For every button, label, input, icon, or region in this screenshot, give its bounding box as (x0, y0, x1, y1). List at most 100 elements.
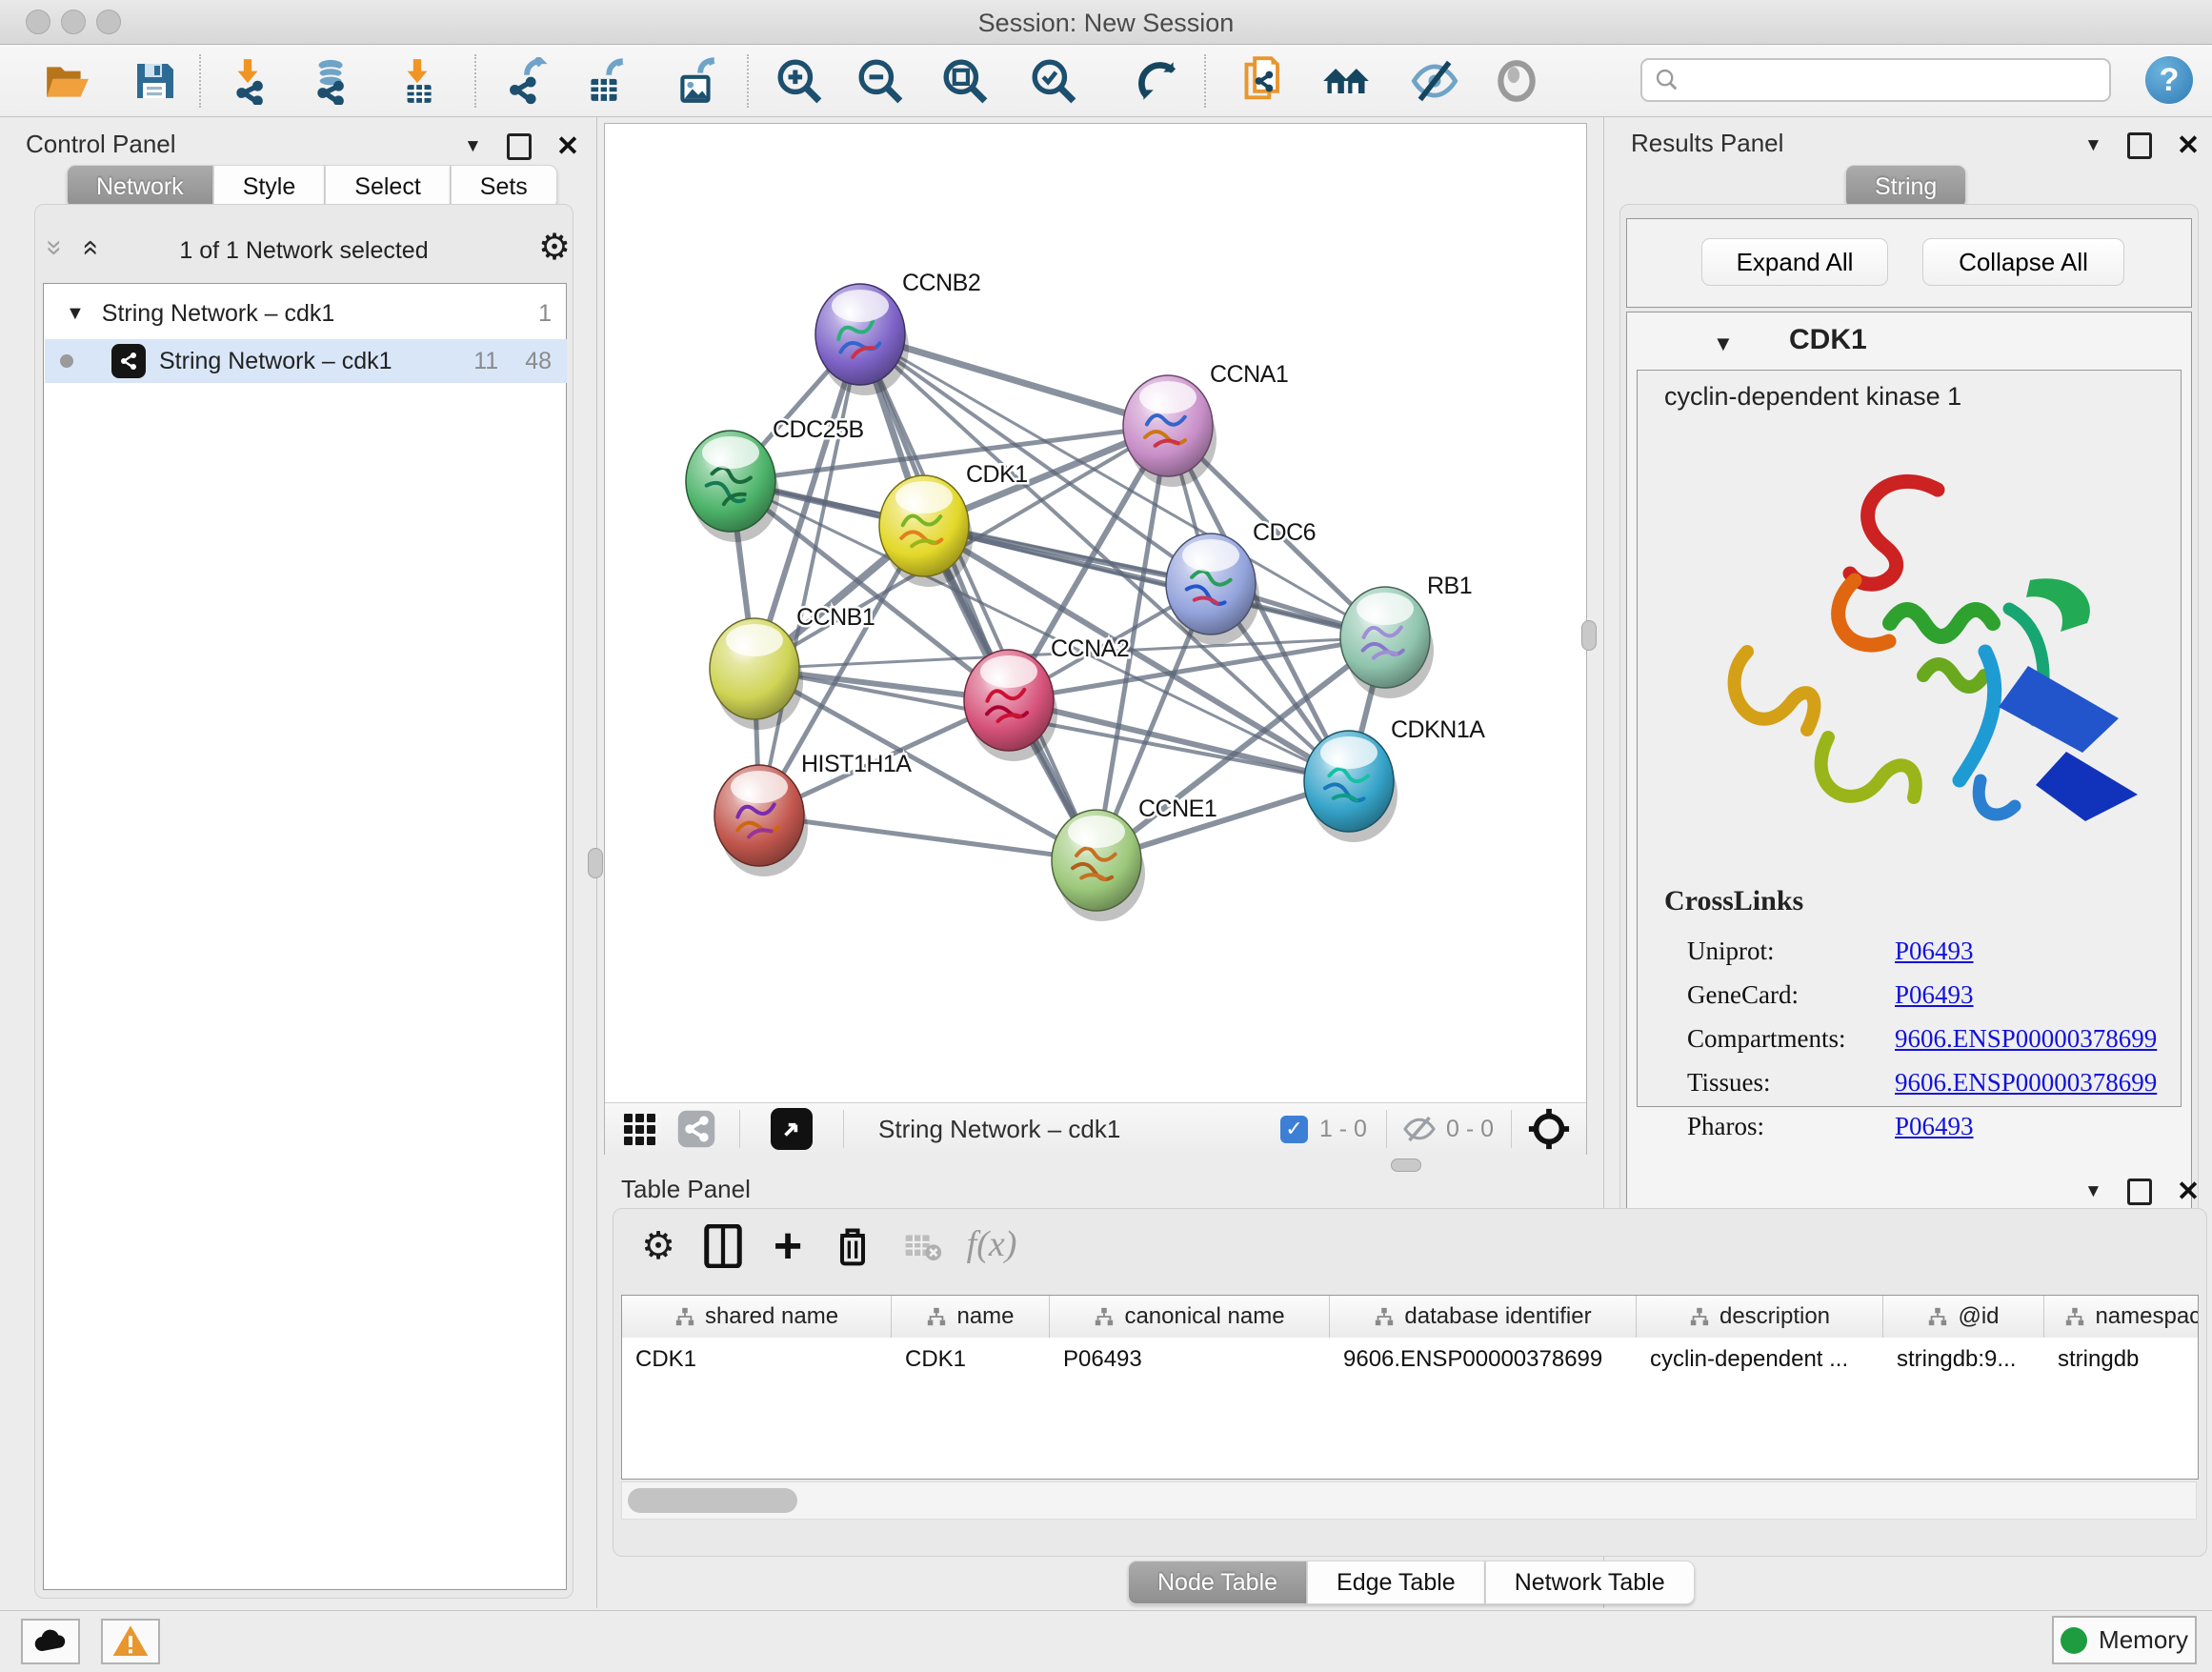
delete-column-icon[interactable] (829, 1222, 876, 1270)
cloud-button[interactable] (21, 1619, 80, 1664)
table-cell[interactable]: cyclin-dependent ... (1637, 1338, 1883, 1381)
zoom-fit-icon[interactable] (940, 56, 990, 106)
help-icon[interactable]: ? (2145, 56, 2193, 104)
network-node[interactable]: RB1 (1340, 573, 1472, 698)
network-node[interactable]: CCNE1 (1052, 796, 1217, 921)
birdseye-navigator-icon[interactable] (1527, 1107, 1571, 1151)
column-header-name[interactable]: name (892, 1296, 1050, 1338)
import-network-icon[interactable] (223, 56, 272, 106)
tab-style[interactable]: Style (213, 165, 326, 209)
collapse-all-button[interactable]: Collapse All (1922, 238, 2124, 286)
crosslink-link[interactable]: 9606.ENSP00000378699 (1895, 1024, 2157, 1054)
show-columns-icon[interactable] (699, 1222, 747, 1270)
column-header--id[interactable]: @id (1883, 1296, 2044, 1338)
crosslink-link[interactable]: 9606.ENSP00000378699 (1895, 1068, 2157, 1098)
tab-edge-table[interactable]: Edge Table (1307, 1561, 1485, 1604)
node-label: CDC6 (1253, 519, 1316, 546)
hide-selected-icon[interactable] (1410, 56, 1459, 106)
tab-sets[interactable]: Sets (451, 165, 557, 209)
import-database-icon[interactable] (304, 56, 353, 106)
network-row[interactable]: String Network – cdk1 11 48 (45, 339, 567, 383)
network-node[interactable]: CDK1 (879, 461, 1028, 587)
network-canvas[interactable]: CCNB2CCNA1CDC25BCDK1CDC6RB1CCNB1CCNA2CDK… (605, 124, 1586, 1101)
tab-network[interactable]: Network (67, 165, 213, 209)
scrollbar-thumb[interactable] (628, 1488, 797, 1513)
table-options-gear-icon[interactable]: ⚙ (634, 1222, 682, 1270)
show-all-icon[interactable] (1492, 56, 1541, 106)
export-table-icon[interactable] (580, 56, 630, 106)
network-edge[interactable] (759, 816, 1096, 860)
panel-float-icon[interactable] (2127, 1178, 2152, 1205)
tab-select[interactable]: Select (325, 165, 450, 209)
network-collection-row[interactable]: ▼ String Network – cdk1 1 (45, 292, 567, 335)
table-cell[interactable]: P06493 (1050, 1338, 1330, 1381)
toolbar-separator (199, 54, 201, 108)
collapse-entry-icon[interactable]: ▼ (1713, 332, 1734, 356)
panel-close-icon[interactable]: ✕ (556, 130, 579, 163)
crosslink-link[interactable]: P06493 (1895, 980, 1974, 1010)
tab-string[interactable]: String (1845, 165, 1966, 209)
network-edge[interactable] (759, 334, 860, 816)
expand-all-button[interactable]: Expand All (1701, 238, 1888, 286)
left-splitter-handle[interactable] (588, 848, 603, 878)
crosslink-link[interactable]: P06493 (1895, 937, 1974, 966)
column-header-canonical-name[interactable]: canonical name (1050, 1296, 1330, 1338)
table-hscrollbar[interactable] (621, 1481, 2197, 1520)
search-field[interactable] (1640, 58, 2111, 102)
network-node[interactable]: CCNA1 (1123, 361, 1288, 487)
toolbar-separator (843, 1110, 844, 1148)
column-header-description[interactable]: description (1637, 1296, 1883, 1338)
crosslink-link[interactable]: P06493 (1895, 1112, 1974, 1141)
table-cell[interactable]: CDK1 (622, 1338, 892, 1381)
import-table-icon[interactable] (392, 56, 442, 106)
column-header-database-identifier[interactable]: database identifier (1330, 1296, 1637, 1338)
network-node[interactable]: CDC6 (1166, 519, 1316, 645)
network-node[interactable]: CCNB2 (815, 270, 980, 395)
home-icon[interactable] (1321, 56, 1371, 106)
table-cell[interactable]: stringdb:9... (1883, 1338, 2044, 1381)
zoom-in-icon[interactable] (774, 56, 824, 106)
refresh-icon[interactable] (1134, 56, 1183, 106)
network-edge[interactable] (860, 334, 1096, 860)
network-share-icon[interactable] (676, 1109, 716, 1149)
zoom-selected-icon[interactable] (1029, 56, 1078, 106)
open-in-window-icon[interactable] (771, 1108, 813, 1150)
panel-float-icon[interactable] (507, 133, 532, 160)
panel-float-icon[interactable] (2127, 132, 2152, 159)
network-node[interactable]: CDKN1A (1304, 716, 1485, 842)
column-header-namespace[interactable]: namespace (2044, 1296, 2199, 1338)
right-splitter-handle[interactable] (1581, 620, 1597, 651)
panel-close-icon[interactable]: ✕ (2177, 129, 2200, 162)
network-node[interactable]: CDC25B (686, 416, 864, 542)
save-session-icon[interactable] (130, 56, 179, 106)
table-cell[interactable]: stringdb (2044, 1338, 2199, 1381)
grid-view-icon[interactable] (624, 1114, 655, 1145)
network-options-gear-icon[interactable]: ⚙ (538, 226, 571, 269)
table-cell[interactable]: 9606.ENSP00000378699 (1330, 1338, 1637, 1381)
network-node[interactable]: CCNB1 (710, 604, 875, 730)
network-node[interactable]: HIST1H1A (714, 751, 912, 876)
panel-menu-icon[interactable]: ▼ (2084, 1181, 2102, 1202)
selected-nodes-checkbox-icon[interactable]: ✓ (1280, 1116, 1308, 1143)
network-view[interactable]: CCNB2CCNA1CDC25BCDK1CDC6RB1CCNB1CCNA2CDK… (604, 123, 1587, 1155)
export-image-icon[interactable] (672, 56, 721, 106)
hidden-eye-icon (1402, 1112, 1437, 1146)
tree-expander-icon[interactable]: ▼ (66, 303, 85, 325)
panel-menu-icon[interactable]: ▼ (464, 136, 482, 157)
tab-node-table[interactable]: Node Table (1128, 1561, 1307, 1604)
search-input[interactable] (1680, 66, 2084, 94)
table-cell[interactable]: CDK1 (892, 1338, 1050, 1381)
column-header-label: description (1719, 1303, 1830, 1330)
create-column-icon[interactable]: + (764, 1222, 812, 1270)
panel-close-icon[interactable]: ✕ (2177, 1175, 2200, 1208)
panel-menu-icon[interactable]: ▼ (2084, 135, 2102, 156)
column-header-shared-name[interactable]: shared name (622, 1296, 892, 1338)
warnings-button[interactable] (101, 1619, 160, 1664)
tab-network-table[interactable]: Network Table (1485, 1561, 1695, 1604)
clone-network-icon[interactable] (1240, 56, 1290, 106)
node-count: 11 (473, 348, 498, 375)
open-session-icon[interactable] (42, 56, 91, 106)
export-network-icon[interactable] (502, 56, 552, 106)
memory-button[interactable]: Memory (2052, 1616, 2197, 1664)
zoom-out-icon[interactable] (855, 56, 905, 106)
